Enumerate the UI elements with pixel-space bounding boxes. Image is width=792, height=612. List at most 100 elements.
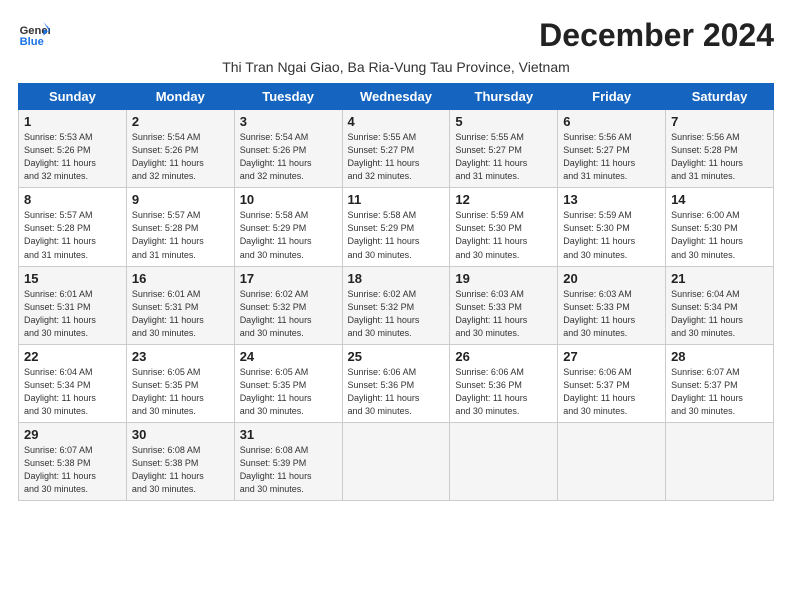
day-info: Sunrise: 6:06 AM Sunset: 5:36 PM Dayligh… — [455, 366, 552, 418]
day-number: 27 — [563, 349, 660, 364]
calendar-cell: 3 Sunrise: 5:54 AM Sunset: 5:26 PM Daylig… — [234, 110, 342, 188]
logo-area: General Blue — [18, 18, 50, 50]
calendar-page: General Blue December 2024 Thi Tran Ngai… — [0, 0, 792, 511]
day-info: Sunrise: 5:57 AM Sunset: 5:28 PM Dayligh… — [24, 209, 121, 261]
svg-text:Blue: Blue — [20, 36, 44, 48]
day-number: 2 — [132, 114, 229, 129]
header-day-tuesday: Tuesday — [234, 84, 342, 110]
header-day-thursday: Thursday — [450, 84, 558, 110]
day-number: 13 — [563, 192, 660, 207]
day-number: 26 — [455, 349, 552, 364]
day-number: 29 — [24, 427, 121, 442]
day-info: Sunrise: 6:07 AM Sunset: 5:37 PM Dayligh… — [671, 366, 768, 418]
subtitle: Thi Tran Ngai Giao, Ba Ria-Vung Tau Prov… — [18, 59, 774, 75]
title-area: December 2024 — [539, 18, 774, 53]
day-number: 14 — [671, 192, 768, 207]
calendar-cell: 31Sunrise: 6:08 AM Sunset: 5:39 PM Dayli… — [234, 422, 342, 500]
day-info: Sunrise: 6:05 AM Sunset: 5:35 PM Dayligh… — [132, 366, 229, 418]
calendar-cell: 23Sunrise: 6:05 AM Sunset: 5:35 PM Dayli… — [126, 344, 234, 422]
day-info: Sunrise: 5:53 AM Sunset: 5:26 PM Dayligh… — [24, 131, 121, 183]
calendar-cell: 26 Sunrise: 6:06 AM Sunset: 5:36 PM Dayli… — [450, 344, 558, 422]
day-number: 25 — [348, 349, 445, 364]
calendar-cell: 29Sunrise: 6:07 AM Sunset: 5:38 PM Dayli… — [19, 422, 127, 500]
calendar-cell: 11Sunrise: 5:58 AM Sunset: 5:29 PM Dayli… — [342, 188, 450, 266]
calendar-cell: 2 Sunrise: 5:54 AM Sunset: 5:26 PM Daylig… — [126, 110, 234, 188]
day-number: 1 — [24, 114, 121, 129]
day-number: 8 — [24, 192, 121, 207]
header-row: SundayMondayTuesdayWednesdayThursdayFrid… — [19, 84, 774, 110]
day-info: Sunrise: 6:08 AM Sunset: 5:38 PM Dayligh… — [132, 444, 229, 496]
calendar-table: SundayMondayTuesdayWednesdayThursdayFrid… — [18, 83, 774, 501]
calendar-cell: 24 Sunrise: 6:05 AM Sunset: 5:35 PM Dayli… — [234, 344, 342, 422]
day-info: Sunrise: 6:05 AM Sunset: 5:35 PM Dayligh… — [240, 366, 337, 418]
day-number: 5 — [455, 114, 552, 129]
day-info: Sunrise: 5:56 AM Sunset: 5:28 PM Dayligh… — [671, 131, 768, 183]
day-number: 22 — [24, 349, 121, 364]
calendar-cell: 12 Sunrise: 5:59 AM Sunset: 5:30 PM Dayli… — [450, 188, 558, 266]
day-info: Sunrise: 6:06 AM Sunset: 5:37 PM Dayligh… — [563, 366, 660, 418]
header: General Blue December 2024 — [18, 18, 774, 53]
day-number: 21 — [671, 271, 768, 286]
day-number: 4 — [348, 114, 445, 129]
calendar-cell: 4Sunrise: 5:55 AM Sunset: 5:27 PM Daylig… — [342, 110, 450, 188]
day-number: 12 — [455, 192, 552, 207]
day-info: Sunrise: 5:54 AM Sunset: 5:26 PM Dayligh… — [132, 131, 229, 183]
calendar-cell: 25Sunrise: 6:06 AM Sunset: 5:36 PM Dayli… — [342, 344, 450, 422]
day-info: Sunrise: 5:54 AM Sunset: 5:26 PM Dayligh… — [240, 131, 337, 183]
header-day-wednesday: Wednesday — [342, 84, 450, 110]
day-info: Sunrise: 5:56 AM Sunset: 5:27 PM Dayligh… — [563, 131, 660, 183]
day-number: 24 — [240, 349, 337, 364]
calendar-cell: 21 Sunrise: 6:04 AM Sunset: 5:34 PM Dayli… — [666, 266, 774, 344]
day-number: 20 — [563, 271, 660, 286]
calendar-cell: 16Sunrise: 6:01 AM Sunset: 5:31 PM Dayli… — [126, 266, 234, 344]
calendar-cell: 13 Sunrise: 5:59 AM Sunset: 5:30 PM Dayli… — [558, 188, 666, 266]
calendar-cell: 6 Sunrise: 5:56 AM Sunset: 5:27 PM Daylig… — [558, 110, 666, 188]
calendar-cell: 27 Sunrise: 6:06 AM Sunset: 5:37 PM Dayli… — [558, 344, 666, 422]
calendar-cell: 1 Sunrise: 5:53 AM Sunset: 5:26 PM Daylig… — [19, 110, 127, 188]
header-day-sunday: Sunday — [19, 84, 127, 110]
day-info: Sunrise: 6:02 AM Sunset: 5:32 PM Dayligh… — [240, 288, 337, 340]
day-number: 3 — [240, 114, 337, 129]
day-info: Sunrise: 5:57 AM Sunset: 5:28 PM Dayligh… — [132, 209, 229, 261]
calendar-cell: 9Sunrise: 5:57 AM Sunset: 5:28 PM Daylig… — [126, 188, 234, 266]
day-info: Sunrise: 5:58 AM Sunset: 5:29 PM Dayligh… — [240, 209, 337, 261]
header-day-monday: Monday — [126, 84, 234, 110]
day-number: 6 — [563, 114, 660, 129]
calendar-cell — [666, 422, 774, 500]
day-number: 30 — [132, 427, 229, 442]
calendar-cell: 7 Sunrise: 5:56 AM Sunset: 5:28 PM Daylig… — [666, 110, 774, 188]
calendar-cell: 20 Sunrise: 6:03 AM Sunset: 5:33 PM Dayli… — [558, 266, 666, 344]
day-info: Sunrise: 5:55 AM Sunset: 5:27 PM Dayligh… — [455, 131, 552, 183]
day-number: 18 — [348, 271, 445, 286]
day-info: Sunrise: 5:59 AM Sunset: 5:30 PM Dayligh… — [563, 209, 660, 261]
calendar-cell: 10 Sunrise: 5:58 AM Sunset: 5:29 PM Dayli… — [234, 188, 342, 266]
day-info: Sunrise: 6:00 AM Sunset: 5:30 PM Dayligh… — [671, 209, 768, 261]
calendar-cell — [450, 422, 558, 500]
header-day-saturday: Saturday — [666, 84, 774, 110]
day-info: Sunrise: 6:08 AM Sunset: 5:39 PM Dayligh… — [240, 444, 337, 496]
calendar-cell — [558, 422, 666, 500]
month-title: December 2024 — [539, 18, 774, 53]
calendar-cell: 22 Sunrise: 6:04 AM Sunset: 5:34 PM Dayli… — [19, 344, 127, 422]
calendar-cell: 17 Sunrise: 6:02 AM Sunset: 5:32 PM Dayli… — [234, 266, 342, 344]
week-row-2: 8 Sunrise: 5:57 AM Sunset: 5:28 PM Daylig… — [19, 188, 774, 266]
week-row-5: 29Sunrise: 6:07 AM Sunset: 5:38 PM Dayli… — [19, 422, 774, 500]
day-info: Sunrise: 5:59 AM Sunset: 5:30 PM Dayligh… — [455, 209, 552, 261]
day-info: Sunrise: 6:04 AM Sunset: 5:34 PM Dayligh… — [671, 288, 768, 340]
calendar-cell: 14 Sunrise: 6:00 AM Sunset: 5:30 PM Dayli… — [666, 188, 774, 266]
day-info: Sunrise: 6:04 AM Sunset: 5:34 PM Dayligh… — [24, 366, 121, 418]
day-number: 11 — [348, 192, 445, 207]
day-info: Sunrise: 6:02 AM Sunset: 5:32 PM Dayligh… — [348, 288, 445, 340]
calendar-cell: 30 Sunrise: 6:08 AM Sunset: 5:38 PM Dayli… — [126, 422, 234, 500]
calendar-cell: 28Sunrise: 6:07 AM Sunset: 5:37 PM Dayli… — [666, 344, 774, 422]
calendar-cell: 18 Sunrise: 6:02 AM Sunset: 5:32 PM Dayli… — [342, 266, 450, 344]
calendar-cell — [342, 422, 450, 500]
day-info: Sunrise: 6:03 AM Sunset: 5:33 PM Dayligh… — [563, 288, 660, 340]
week-row-3: 15Sunrise: 6:01 AM Sunset: 5:31 PM Dayli… — [19, 266, 774, 344]
day-number: 17 — [240, 271, 337, 286]
day-number: 7 — [671, 114, 768, 129]
calendar-cell: 15Sunrise: 6:01 AM Sunset: 5:31 PM Dayli… — [19, 266, 127, 344]
day-info: Sunrise: 6:01 AM Sunset: 5:31 PM Dayligh… — [24, 288, 121, 340]
day-number: 16 — [132, 271, 229, 286]
day-number: 10 — [240, 192, 337, 207]
